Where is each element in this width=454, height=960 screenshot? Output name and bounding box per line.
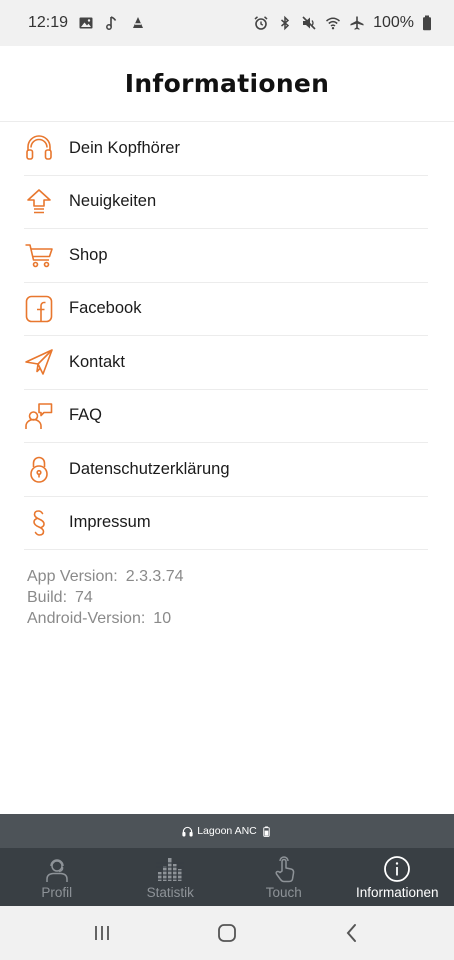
build-row: Build: 74 bbox=[27, 587, 184, 608]
tab-informationen[interactable]: Informationen bbox=[341, 848, 454, 906]
gallery-icon bbox=[78, 15, 94, 31]
build-value: 74 bbox=[75, 589, 93, 606]
recent-apps-button[interactable] bbox=[82, 913, 122, 953]
device-battery-icon bbox=[261, 825, 272, 837]
bottom-tab-bar: Profil Statistik Touch Informationen bbox=[0, 848, 454, 906]
battery-percent: 100% bbox=[373, 14, 414, 31]
build-label: Build: bbox=[27, 589, 68, 606]
system-nav-bar bbox=[0, 906, 454, 960]
back-icon bbox=[346, 924, 356, 942]
person-speech-icon bbox=[24, 401, 54, 431]
device-status-bar[interactable]: Lagoon ANC bbox=[0, 814, 454, 848]
tab-profil[interactable]: Profil bbox=[0, 848, 114, 906]
menu-item-kontakt[interactable]: Kontakt bbox=[24, 336, 428, 390]
battery-icon bbox=[422, 15, 432, 31]
tab-label: Profil bbox=[41, 884, 73, 900]
menu-item-impressum[interactable]: Impressum bbox=[24, 497, 428, 550]
menu-item-label: Shop bbox=[69, 245, 108, 264]
music-note-icon bbox=[104, 15, 120, 31]
tab-label: Informationen bbox=[355, 884, 439, 900]
menu-item-label: Impressum bbox=[69, 513, 151, 532]
menu-item-dein-kopfhoerer[interactable]: Dein Kopfhörer bbox=[24, 122, 428, 176]
android-version-value: 10 bbox=[153, 610, 172, 627]
facebook-icon bbox=[24, 294, 54, 324]
app-version-value: 2.3.3.74 bbox=[125, 568, 184, 585]
menu-item-label: Neuigkeiten bbox=[69, 192, 157, 211]
mute-icon bbox=[301, 15, 317, 31]
menu-item-label: Datenschutzerklärung bbox=[69, 459, 230, 478]
device-name: Lagoon ANC bbox=[197, 825, 257, 837]
airplane-icon bbox=[349, 15, 365, 31]
status-bar: 12:19 100% bbox=[0, 0, 454, 46]
headphones-icon bbox=[182, 826, 193, 837]
menu-item-label: Dein Kopfhörer bbox=[69, 138, 180, 157]
home-button[interactable] bbox=[207, 913, 247, 953]
tab-statistik[interactable]: Statistik bbox=[114, 848, 228, 906]
menu-item-label: Kontakt bbox=[69, 352, 125, 371]
padlock-icon bbox=[24, 454, 54, 484]
android-version-row: Android-Version: 10 bbox=[27, 608, 184, 629]
data-saver-icon bbox=[130, 15, 146, 31]
menu-list: Dein Kopfhörer Neuigkeiten Shop Facebook… bbox=[24, 122, 428, 550]
page-title: Informationen bbox=[124, 69, 330, 98]
menu-item-label: FAQ bbox=[69, 406, 103, 425]
info-icon bbox=[384, 855, 411, 882]
paragraph-icon bbox=[24, 508, 54, 538]
headphones-icon bbox=[24, 133, 54, 163]
recent-apps-icon bbox=[95, 926, 110, 940]
profile-headset-icon bbox=[46, 858, 68, 882]
alarm-icon bbox=[253, 15, 269, 31]
tab-label: Statistik bbox=[146, 884, 194, 900]
menu-item-neuigkeiten[interactable]: Neuigkeiten bbox=[24, 176, 428, 229]
back-button[interactable] bbox=[332, 913, 372, 953]
status-time: 12:19 bbox=[28, 14, 69, 31]
status-right: 100% bbox=[253, 14, 432, 32]
menu-item-faq[interactable]: FAQ bbox=[24, 390, 428, 443]
app-version-row: App Version: 2.3.3.74 bbox=[27, 566, 184, 587]
menu-item-shop[interactable]: Shop bbox=[24, 229, 428, 283]
shopping-cart-icon bbox=[24, 240, 54, 270]
touch-hand-icon bbox=[275, 855, 295, 882]
bluetooth-icon bbox=[277, 15, 293, 31]
upload-arrow-icon bbox=[24, 187, 54, 217]
menu-item-label: Facebook bbox=[69, 299, 142, 318]
tab-touch[interactable]: Touch bbox=[227, 848, 341, 906]
header: Informationen bbox=[0, 46, 454, 122]
menu-item-facebook[interactable]: Facebook bbox=[24, 283, 428, 336]
wifi-icon bbox=[325, 15, 341, 31]
app-info: App Version: 2.3.3.74 Build: 74 Android-Ve… bbox=[27, 566, 184, 629]
equalizer-icon bbox=[156, 857, 185, 881]
status-left: 12:19 bbox=[28, 14, 146, 32]
home-icon bbox=[218, 924, 236, 942]
android-version-label: Android-Version: bbox=[27, 610, 146, 627]
app-version-label: App Version: bbox=[27, 568, 118, 585]
tab-label: Touch bbox=[265, 884, 302, 900]
menu-item-datenschutzerklaerung[interactable]: Datenschutzerklärung bbox=[24, 443, 428, 497]
paper-plane-icon bbox=[24, 347, 54, 377]
